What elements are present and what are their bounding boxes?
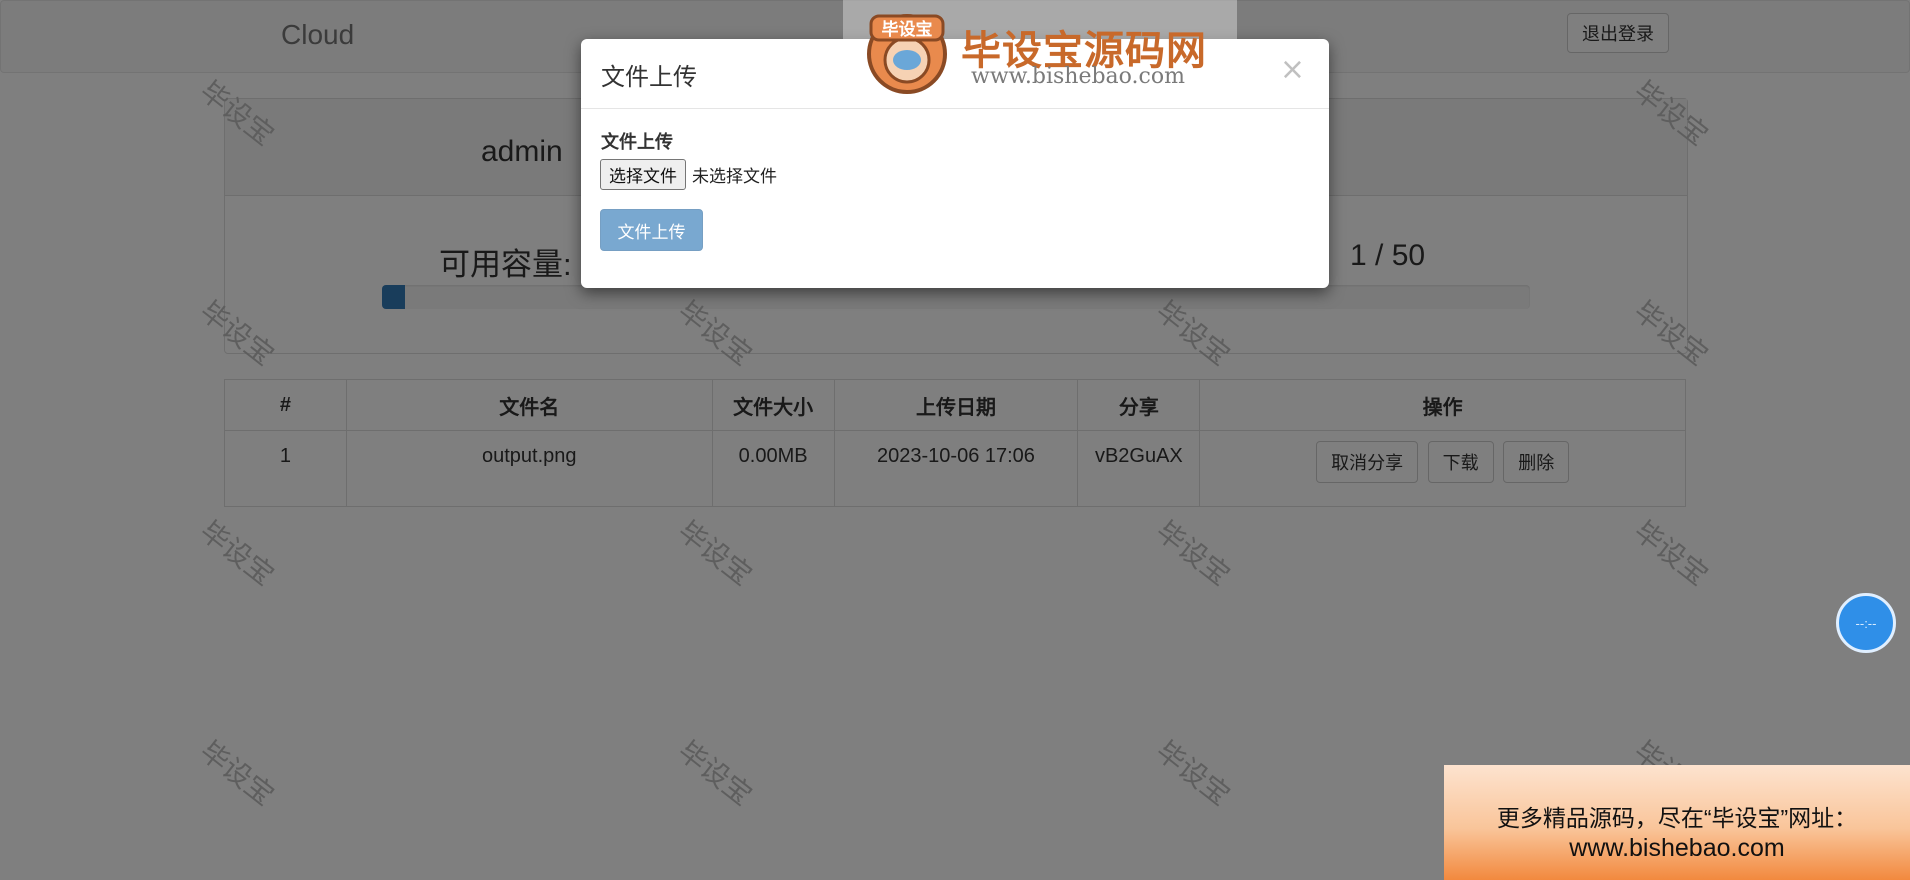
promo-url[interactable]: www.bishebao.com xyxy=(1444,834,1910,863)
promo-banner: 更多精品源码，尽在“毕设宝”网址： www.bishebao.com xyxy=(1444,765,1910,880)
mascot-icon: 毕设宝 xyxy=(867,14,947,94)
mascot-badge-text: 毕设宝 xyxy=(882,19,933,40)
choose-file-button[interactable]: 选择文件 xyxy=(600,159,686,190)
close-icon[interactable]: × xyxy=(1274,51,1311,88)
floating-timer-button[interactable]: --:-- xyxy=(1836,593,1896,653)
upload-submit-button[interactable]: 文件上传 xyxy=(600,209,703,251)
logo-url: www.bishebao.com xyxy=(971,64,1185,89)
floating-timer-text: --:-- xyxy=(1855,615,1877,631)
site-logo-watermark: 毕设宝 毕设宝源码网 www.bishebao.com xyxy=(843,0,1237,98)
promo-line-1: 更多精品源码，尽在“毕设宝”网址： xyxy=(1496,805,1858,831)
modal-title: 文件上传 xyxy=(601,64,697,91)
file-input[interactable]: 选择文件 未选择文件 xyxy=(600,159,777,190)
no-file-text: 未选择文件 xyxy=(692,167,777,186)
file-field-label: 文件上传 xyxy=(601,132,673,152)
